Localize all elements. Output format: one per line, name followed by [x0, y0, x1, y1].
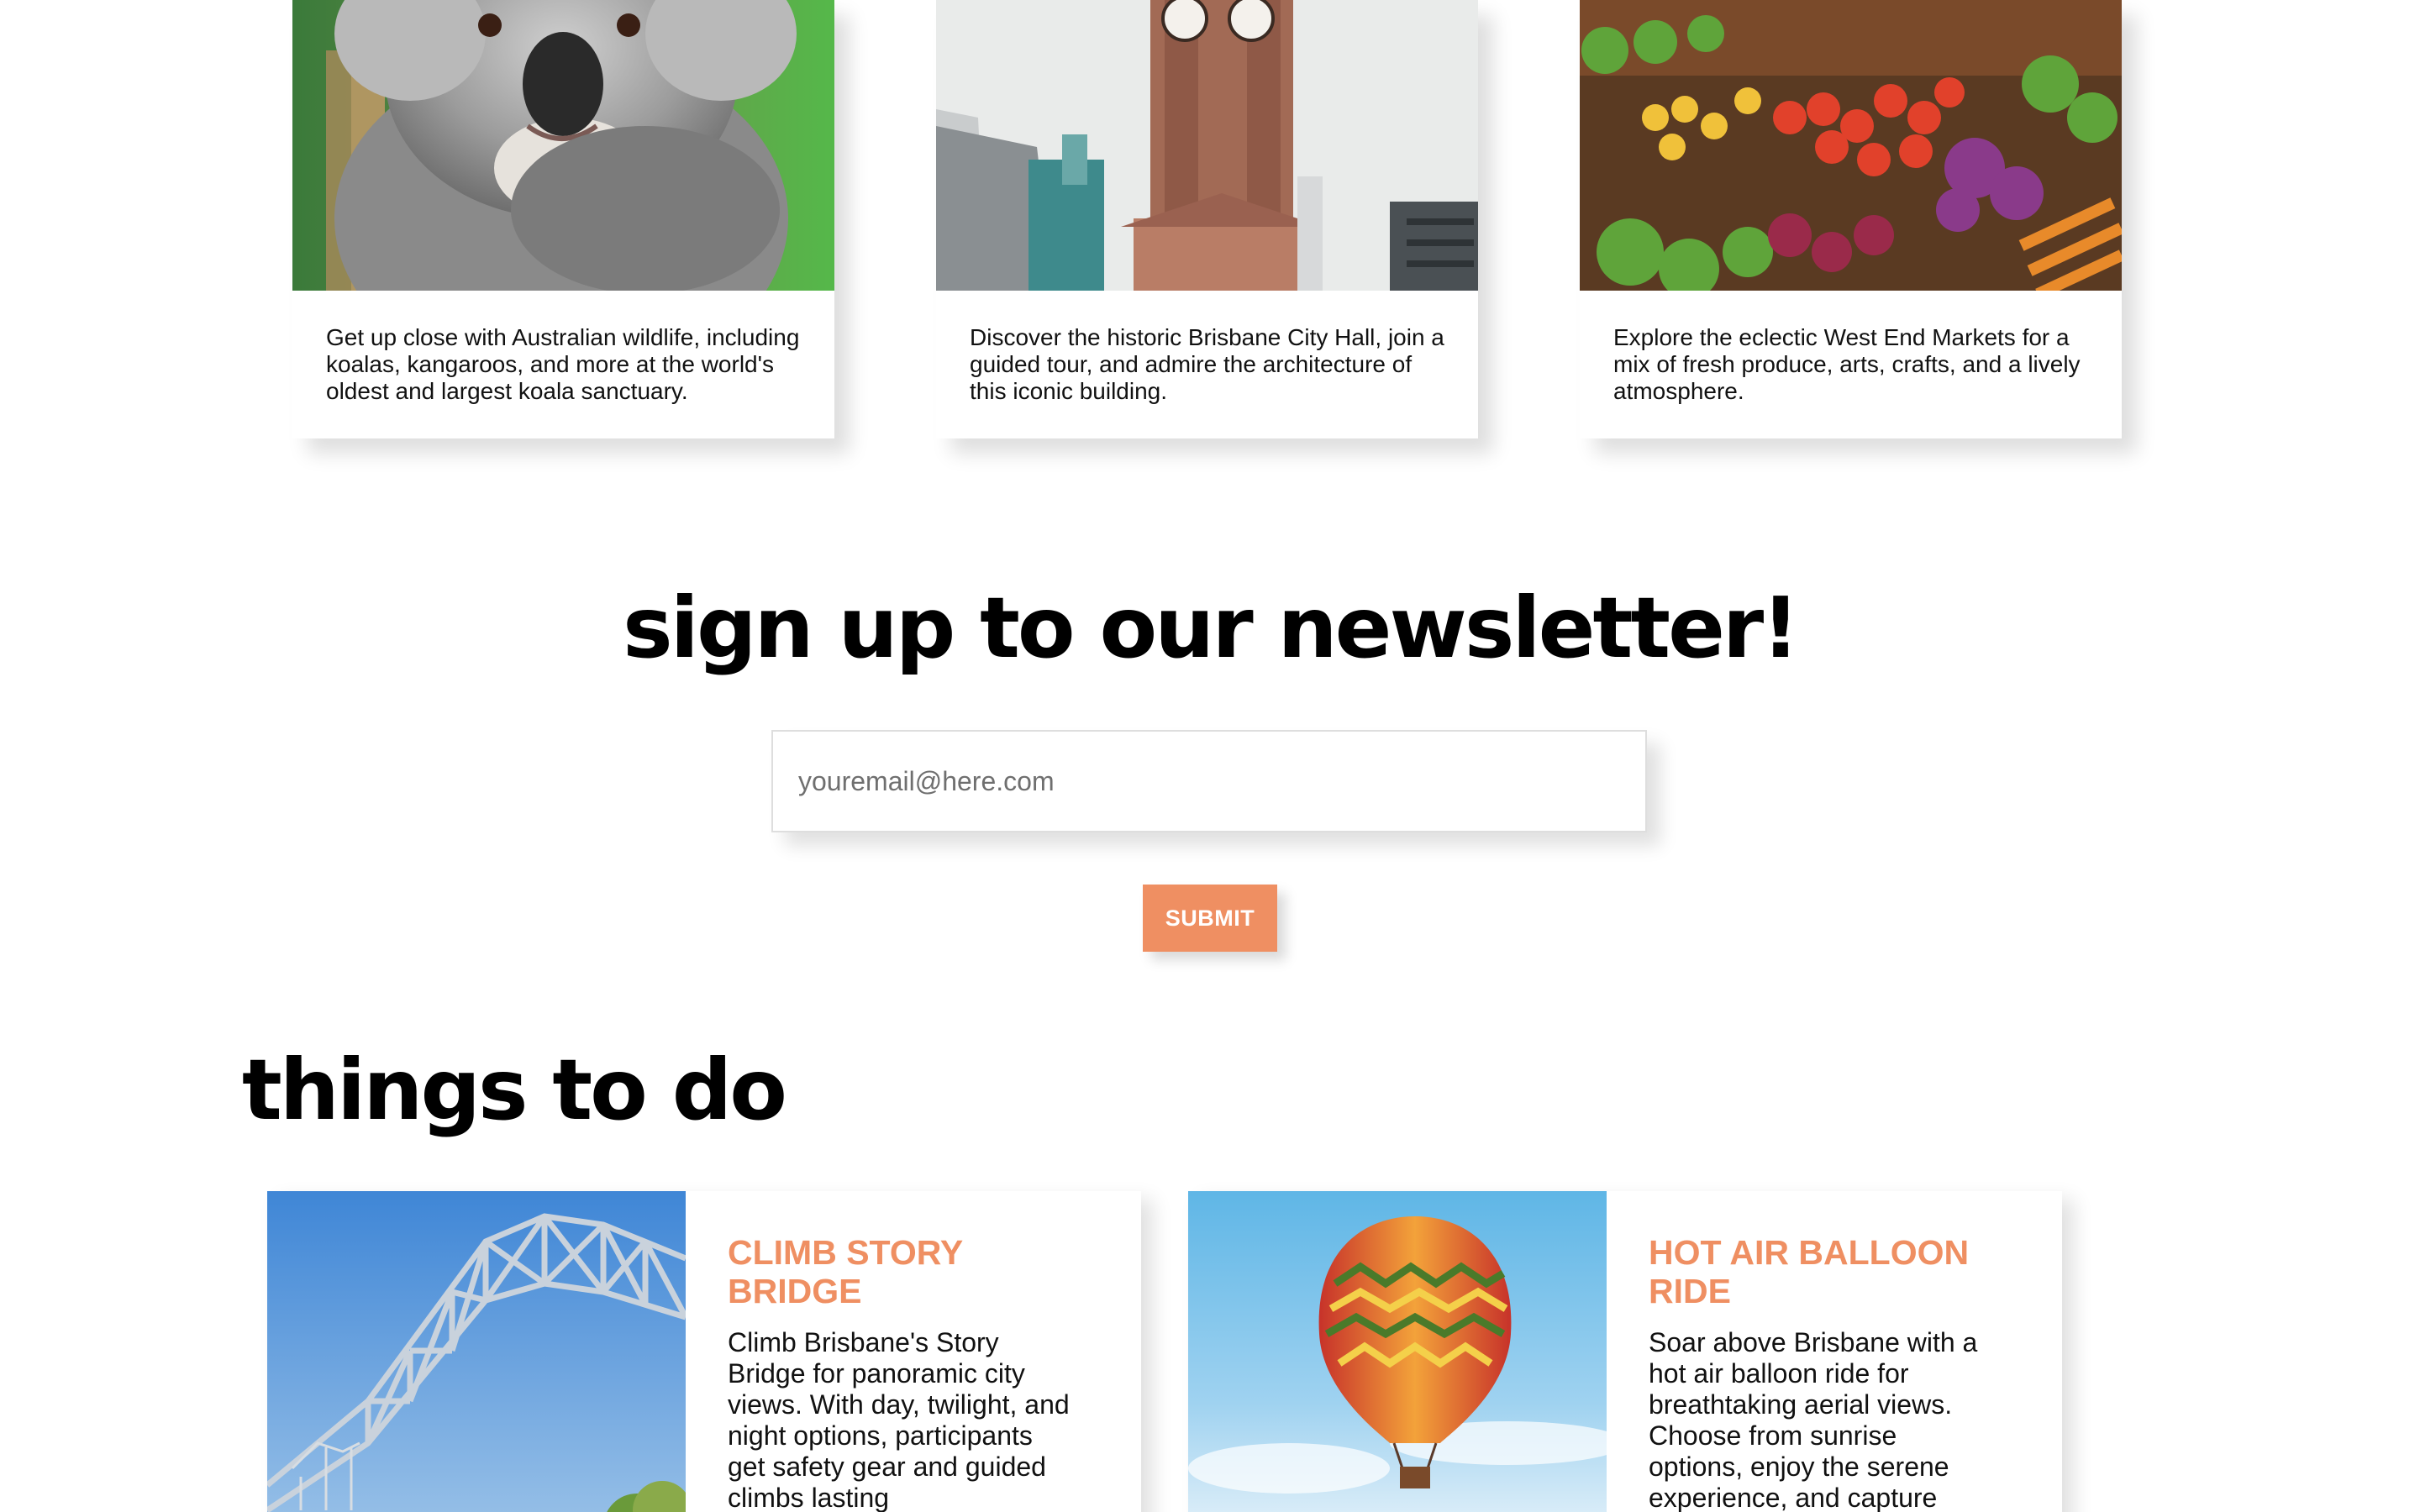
attraction-description: Explore the eclectic West End Markets fo… — [1613, 324, 2081, 404]
activity-title[interactable]: HOT AIR BALLOON RIDE — [1649, 1233, 2010, 1310]
email-field-container — [771, 730, 1647, 832]
activity-description: Climb Brisbane's Story Bridge for panora… — [728, 1327, 1070, 1512]
newsletter-title: sign up to our newsletter! — [623, 579, 1800, 677]
attraction-card-markets[interactable]: Explore the eclectic West End Markets fo… — [1580, 0, 2122, 438]
activity-card-balloon[interactable]: HOT AIR BALLOON RIDE Soar above Brisbane… — [1188, 1191, 2062, 1512]
attraction-card-koala[interactable]: Get up close with Australian wildlife, i… — [292, 0, 834, 438]
attraction-description: Discover the historic Brisbane City Hall… — [970, 324, 1444, 404]
markets-photo — [1580, 0, 2122, 291]
things-to-do-title: things to do — [242, 1041, 787, 1139]
koala-photo — [292, 0, 834, 291]
activity-title[interactable]: CLIMB STORY BRIDGE — [728, 1233, 1089, 1310]
hot-air-balloon-photo — [1188, 1191, 1607, 1512]
activity-description: Soar above Brisbane with a hot air ballo… — [1649, 1327, 1978, 1512]
attraction-description: Get up close with Australian wildlife, i… — [326, 324, 800, 404]
story-bridge-photo — [267, 1191, 686, 1512]
city-hall-photo — [936, 0, 1478, 291]
activity-card-story-bridge[interactable]: CLIMB STORY BRIDGE Climb Brisbane's Stor… — [267, 1191, 1141, 1512]
attraction-card-city-hall[interactable]: Discover the historic Brisbane City Hall… — [936, 0, 1478, 438]
page: Get up close with Australian wildlife, i… — [0, 0, 2420, 1512]
submit-button[interactable]: SUBMIT — [1143, 885, 1277, 952]
email-field[interactable] — [773, 732, 1645, 831]
